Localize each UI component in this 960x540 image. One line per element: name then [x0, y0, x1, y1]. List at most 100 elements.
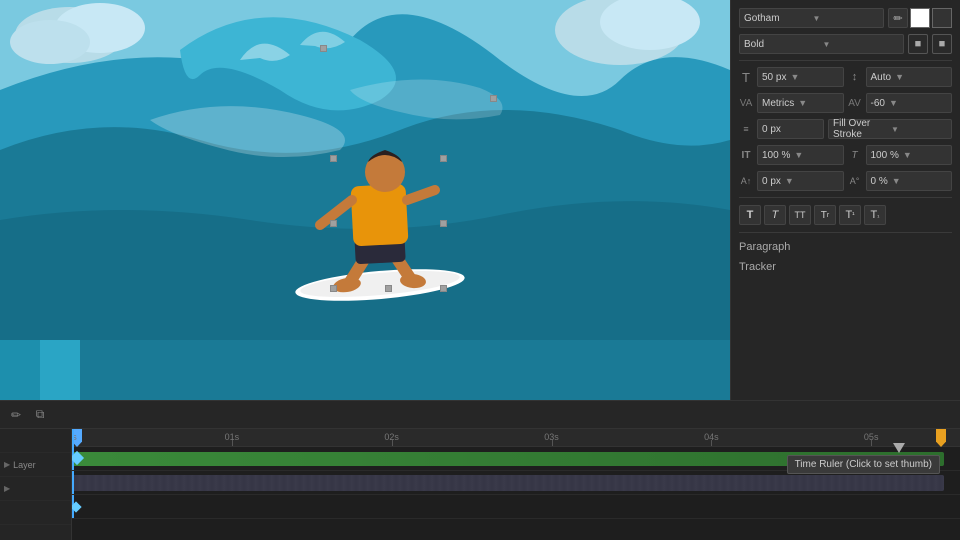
baseline-icon: A↑ [739, 176, 753, 186]
timeline: ✏ ⧉ ▶ Layer ▶ [0, 400, 960, 540]
viewport[interactable]: 0:00:00:00 📷 ⟲ Full ▼ ⊞ ⊟ Active Camera … [0, 0, 730, 400]
handle-mr[interactable] [440, 220, 447, 227]
handle-bl[interactable] [330, 285, 337, 292]
allcaps-style-btn[interactable]: TT [789, 205, 811, 225]
font-style-arrow: ▼ [823, 40, 900, 49]
tracker-label[interactable]: Tracker [739, 257, 952, 275]
v-scale-arrow: ▼ [794, 150, 803, 160]
handle-bm[interactable] [385, 285, 392, 292]
pen-icon-area: ✏ [888, 8, 952, 28]
text-style-row: T T TT Tr T¹ T₁ [739, 202, 952, 228]
faux-italic-btn[interactable]: ■ [932, 34, 952, 54]
leading-arrow: ▼ [895, 72, 904, 82]
keyframe-2[interactable] [72, 501, 82, 512]
faux-bold-btn[interactable]: ■ [908, 34, 928, 54]
tsf-field[interactable]: 0 % ▼ [866, 171, 953, 191]
av-label: AV [848, 98, 862, 109]
character-panel: Gotham ▼ ✏ Bold ▼ ■ ■ [730, 0, 960, 400]
horiz-scale-field[interactable]: 100 % ▼ [866, 145, 953, 165]
tracking-kerning-row: VA Metrics ▼ AV -60 ▼ [739, 91, 952, 115]
baseline-arrow: ▼ [785, 176, 794, 186]
baseline-tsf-row: A↑ 0 px ▼ A° 0 % ▼ [739, 169, 952, 193]
font-size-field[interactable]: 50 px ▼ [757, 67, 844, 87]
handle-extra1[interactable] [490, 95, 497, 102]
indent-field[interactable]: 0 px [757, 119, 824, 139]
tick-2 [392, 440, 393, 446]
cursor-area [885, 429, 905, 540]
font-style-row: Bold ▼ ■ ■ [739, 32, 952, 56]
stroke-arrow: ▼ [891, 125, 947, 134]
tracking-arrow: ▼ [798, 98, 807, 108]
tick-3 [552, 440, 553, 446]
horiz-scale-icon: T [848, 150, 862, 161]
color-swatch-white[interactable] [910, 8, 930, 28]
indent-icon: ≡ [739, 124, 753, 134]
tsf-arrow: ▼ [892, 176, 901, 186]
main-area: 0:00:00:00 📷 ⟲ Full ▼ ⊞ ⊟ Active Camera … [0, 0, 960, 400]
tracking-field[interactable]: Metrics ▼ [757, 93, 844, 113]
timeline-labels: ▶ Layer ▶ [0, 429, 72, 540]
tick-4 [711, 440, 712, 446]
timeline-tracks: 0s 01s 02s 03s 04s 05s Time Ruler (Cli [72, 429, 960, 540]
font-name-row: Gotham ▼ ✏ [739, 6, 952, 30]
size-arrow: ▼ [790, 72, 799, 82]
leading-field[interactable]: Auto ▼ [866, 67, 953, 87]
super-style-btn[interactable]: T¹ [839, 205, 861, 225]
font-style-dropdown[interactable]: Bold ▼ [739, 34, 904, 54]
tsf-icon: A° [848, 176, 862, 186]
color-swatch-black[interactable] [932, 8, 952, 28]
track-bar-2 [72, 475, 944, 491]
handle-extra2[interactable] [320, 45, 327, 52]
font-name-arrow: ▼ [813, 14, 880, 23]
pen-icon[interactable]: ✏ [888, 8, 908, 28]
va-label: VA [739, 98, 753, 109]
tick-1 [232, 440, 233, 446]
tl-layers-btn[interactable]: ⧉ [30, 405, 50, 425]
tl-expand1[interactable]: ▶ [4, 460, 10, 469]
timeline-content: ▶ Layer ▶ 0s 01s 02s [0, 429, 960, 540]
size-leading-row: T 50 px ▼ ↕ Auto ▼ [739, 65, 952, 89]
tl-expand2[interactable]: ▶ [4, 484, 10, 493]
tl-label-row-4 [0, 501, 71, 525]
size-icon: T [739, 70, 753, 85]
smallcaps-style-btn[interactable]: Tr [814, 205, 836, 225]
divider3 [739, 232, 952, 233]
time-ruler[interactable]: 0s 01s 02s 03s 04s 05s Time Ruler (Cli [72, 429, 960, 447]
divider2 [739, 197, 952, 198]
kerning-field[interactable]: -60 ▼ [866, 93, 953, 113]
cursor-icon [893, 443, 905, 453]
kerning-arrow: ▼ [889, 98, 898, 108]
canvas-content [0, 0, 730, 400]
handle-ml[interactable] [330, 220, 337, 227]
sub-style-btn[interactable]: T₁ [864, 205, 886, 225]
tick-5 [871, 440, 872, 446]
tl-label-row-3: ▶ [0, 477, 71, 501]
font-name-dropdown[interactable]: Gotham ▼ [739, 8, 884, 28]
timeline-toolbar: ✏ ⧉ [0, 401, 960, 429]
playhead-track2 [72, 471, 74, 494]
track-3 [72, 495, 960, 519]
bold-style-btn[interactable]: T [739, 205, 761, 225]
track-2 [72, 471, 960, 495]
indent-stroke-row: ≡ 0 px Fill Over Stroke ▼ [739, 117, 952, 141]
paragraph-label[interactable]: Paragraph [739, 237, 952, 255]
divider1 [739, 60, 952, 61]
h-scale-arrow: ▼ [903, 150, 912, 160]
playhead-ruler [72, 429, 74, 447]
tl-label-row-1 [0, 429, 71, 453]
baseline-field[interactable]: 0 px ▼ [757, 171, 844, 191]
handle-br[interactable] [440, 285, 447, 292]
ruler-tooltip: Time Ruler (Click to set thumb) [787, 455, 940, 474]
vert-scale-icon: IT [739, 150, 753, 161]
italic-style-btn[interactable]: T [764, 205, 786, 225]
handle-tr[interactable] [440, 155, 447, 162]
wave-svg [0, 0, 730, 340]
leading-icon: ↕ [848, 71, 862, 83]
end-marker[interactable] [936, 429, 946, 447]
scale-row: IT 100 % ▼ T 100 % ▼ [739, 143, 952, 167]
handle-tl[interactable] [330, 155, 337, 162]
wave-svg-container [0, 0, 730, 400]
vert-scale-field[interactable]: 100 % ▼ [757, 145, 844, 165]
tl-pen-btn[interactable]: ✏ [6, 405, 26, 425]
stroke-dropdown[interactable]: Fill Over Stroke ▼ [828, 119, 952, 139]
